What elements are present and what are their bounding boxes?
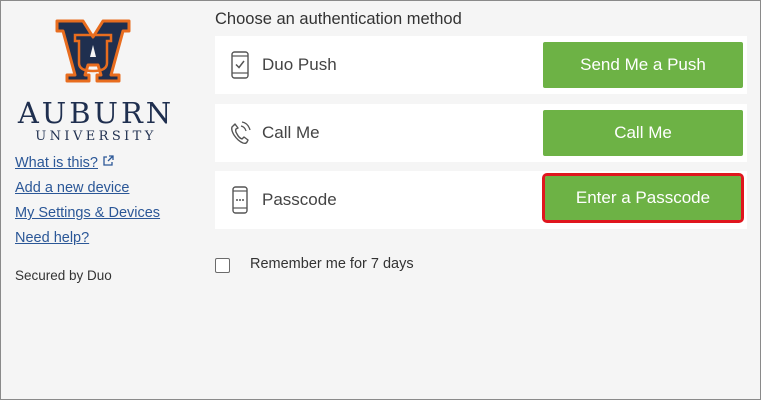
- auburn-wordmark: AUBURN UNIVERSITY: [14, 97, 178, 144]
- enter-passcode-button[interactable]: Enter a Passcode: [542, 173, 744, 223]
- method-label-passcode: Passcode: [262, 190, 337, 209]
- add-new-device-link[interactable]: Add a new device: [15, 178, 160, 203]
- phone-call-icon: [231, 121, 251, 145]
- sidebar-links: What is this? Add a new device My Settin…: [15, 153, 160, 253]
- my-settings-devices-link[interactable]: My Settings & Devices: [15, 203, 160, 228]
- need-help-link[interactable]: Need help?: [15, 228, 160, 253]
- method-row-passcode: Passcode Enter a Passcode: [215, 171, 747, 229]
- external-link-icon: [103, 155, 114, 166]
- phone-passcode-icon: [232, 186, 248, 214]
- secured-by-duo-text: Secured by Duo: [15, 268, 112, 283]
- logo-text-auburn: AUBURN: [17, 96, 175, 130]
- smartphone-check-icon: [231, 51, 249, 79]
- remember-me-checkbox[interactable]: [215, 258, 230, 273]
- call-me-button[interactable]: Call Me: [543, 110, 743, 156]
- duo-auth-frame: AUBURN UNIVERSITY What is this? Add a ne…: [0, 0, 761, 400]
- method-row-call-me: Call Me Call Me: [215, 104, 747, 162]
- method-row-duo-push: Duo Push Send Me a Push: [215, 36, 747, 94]
- page-title: Choose an authentication method: [215, 10, 462, 28]
- send-push-button[interactable]: Send Me a Push: [543, 42, 743, 88]
- sidebar: AUBURN UNIVERSITY What is this? Add a ne…: [1, 1, 191, 399]
- what-is-this-link[interactable]: What is this?: [15, 153, 160, 178]
- what-is-this-label: What is this?: [15, 155, 98, 171]
- method-label-call-me: Call Me: [262, 123, 320, 142]
- auburn-au-logo-icon: [55, 19, 131, 83]
- remember-me-label: Remember me for 7 days: [250, 256, 414, 272]
- method-label-duo-push: Duo Push: [262, 55, 337, 74]
- logo-text-university: UNIVERSITY: [35, 129, 157, 144]
